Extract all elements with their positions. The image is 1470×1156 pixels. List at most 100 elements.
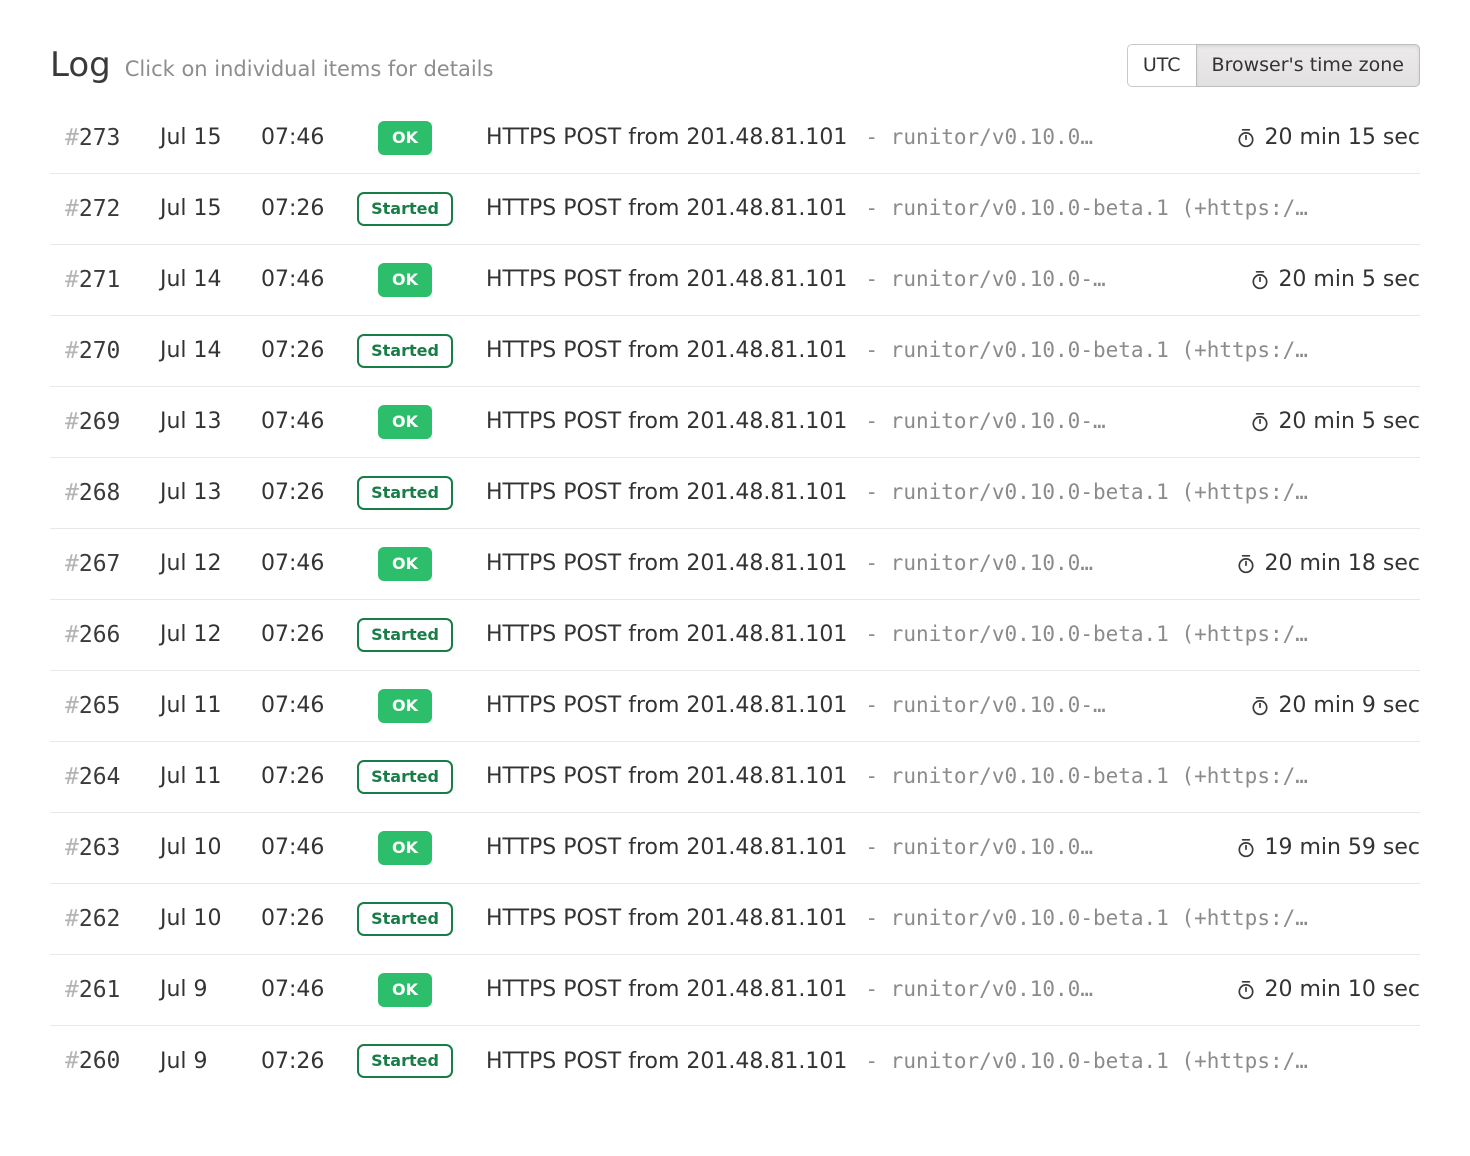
event-text: HTTPS POST from 201.48.81.101 xyxy=(486,693,847,718)
status-badge: Started xyxy=(357,902,453,936)
event-date: Jul 14 xyxy=(160,338,261,363)
duration-text: 20 min 15 sec xyxy=(1264,125,1420,150)
user-agent-text: - runitor/v0.10.0… xyxy=(865,551,1093,575)
event-number: 260 xyxy=(79,1048,121,1074)
event-description: HTTPS POST from 201.48.81.101 - runitor/… xyxy=(486,267,1236,292)
status-badge-cell: Started xyxy=(358,192,452,226)
duration-text: 19 min 59 sec xyxy=(1264,835,1420,860)
event-number: 263 xyxy=(79,835,121,861)
event-date: Jul 14 xyxy=(160,267,261,292)
status-badge: Started xyxy=(357,192,453,226)
event-text: HTTPS POST from 201.48.81.101 xyxy=(486,409,847,434)
duration-text: 20 min 9 sec xyxy=(1278,693,1420,718)
status-badge: OK xyxy=(378,973,432,1007)
event-duration: 20 min 15 sec xyxy=(1236,125,1420,150)
duration-text: 20 min 18 sec xyxy=(1264,551,1420,576)
event-number: 268 xyxy=(79,480,121,506)
user-agent-text: - runitor/v0.10.0-beta.1 (+https:/… xyxy=(865,906,1308,930)
event-time: 07:26 xyxy=(261,764,358,789)
status-badge: Started xyxy=(357,760,453,794)
event-time: 07:46 xyxy=(261,693,358,718)
event-description: HTTPS POST from 201.48.81.101 - runitor/… xyxy=(486,1049,1420,1074)
event-description: HTTPS POST from 201.48.81.101 - runitor/… xyxy=(486,835,1222,860)
user-agent-text: - runitor/v0.10.0-beta.1 (+https:/… xyxy=(865,764,1308,788)
hash-prefix: # xyxy=(65,622,79,648)
event-description: HTTPS POST from 201.48.81.101 - runitor/… xyxy=(486,196,1420,221)
event-time: 07:26 xyxy=(261,480,358,505)
user-agent-text: - runitor/v0.10.0-beta.1 (+https:/… xyxy=(865,1049,1308,1073)
stopwatch-icon xyxy=(1236,838,1256,858)
event-text: HTTPS POST from 201.48.81.101 xyxy=(486,196,847,221)
event-date: Jul 15 xyxy=(160,125,261,150)
log-row[interactable]: #269 Jul 13 07:46 OK HTTPS POST from 201… xyxy=(50,387,1420,458)
page-title: Log xyxy=(50,45,111,85)
event-id: #267 xyxy=(65,551,160,577)
event-date: Jul 11 xyxy=(160,693,261,718)
event-description: HTTPS POST from 201.48.81.101 - runitor/… xyxy=(486,622,1420,647)
hash-prefix: # xyxy=(65,338,79,364)
duration-text: 20 min 5 sec xyxy=(1278,409,1420,434)
event-id: #268 xyxy=(65,480,160,506)
log-row[interactable]: #273 Jul 15 07:46 OK HTTPS POST from 201… xyxy=(50,103,1420,174)
status-badge-cell: Started xyxy=(358,476,452,510)
event-number: 271 xyxy=(79,267,121,293)
log-row[interactable]: #260 Jul 9 07:26 Started HTTPS POST from… xyxy=(50,1026,1420,1097)
log-row[interactable]: #263 Jul 10 07:46 OK HTTPS POST from 201… xyxy=(50,813,1420,884)
event-number: 273 xyxy=(79,125,121,151)
event-text: HTTPS POST from 201.48.81.101 xyxy=(486,835,847,860)
status-badge-cell: OK xyxy=(358,121,452,155)
log-row[interactable]: #266 Jul 12 07:26 Started HTTPS POST fro… xyxy=(50,600,1420,671)
event-description: HTTPS POST from 201.48.81.101 - runitor/… xyxy=(486,693,1236,718)
stopwatch-icon xyxy=(1236,554,1256,574)
status-badge: OK xyxy=(378,831,432,865)
event-description: HTTPS POST from 201.48.81.101 - runitor/… xyxy=(486,906,1420,931)
log-row[interactable]: #262 Jul 10 07:26 Started HTTPS POST fro… xyxy=(50,884,1420,955)
event-time: 07:26 xyxy=(261,338,358,363)
hash-prefix: # xyxy=(65,906,79,932)
status-badge-cell: OK xyxy=(358,405,452,439)
log-row[interactable]: #265 Jul 11 07:46 OK HTTPS POST from 201… xyxy=(50,671,1420,742)
status-badge-cell: OK xyxy=(358,831,452,865)
event-id: #270 xyxy=(65,338,160,364)
status-badge: Started xyxy=(357,618,453,652)
user-agent-text: - runitor/v0.10.0… xyxy=(865,125,1093,149)
event-id: #269 xyxy=(65,409,160,435)
status-badge: Started xyxy=(357,334,453,368)
hash-prefix: # xyxy=(65,125,79,151)
event-time: 07:46 xyxy=(261,977,358,1002)
stopwatch-icon xyxy=(1236,128,1256,148)
log-row[interactable]: #268 Jul 13 07:26 Started HTTPS POST fro… xyxy=(50,458,1420,529)
user-agent-text: - runitor/v0.10.0-… xyxy=(865,267,1105,291)
log-row[interactable]: #264 Jul 11 07:26 Started HTTPS POST fro… xyxy=(50,742,1420,813)
log-page: Log Click on individual items for detail… xyxy=(0,0,1470,1097)
log-row[interactable]: #267 Jul 12 07:46 OK HTTPS POST from 201… xyxy=(50,529,1420,600)
title-wrap: Log Click on individual items for detail… xyxy=(50,45,493,85)
event-id: #264 xyxy=(65,764,160,790)
event-text: HTTPS POST from 201.48.81.101 xyxy=(486,622,847,647)
event-date: Jul 11 xyxy=(160,764,261,789)
utc-button[interactable]: UTC xyxy=(1127,44,1197,87)
browser-timezone-button[interactable]: Browser's time zone xyxy=(1196,44,1420,87)
event-date: Jul 10 xyxy=(160,906,261,931)
log-row[interactable]: #270 Jul 14 07:26 Started HTTPS POST fro… xyxy=(50,316,1420,387)
event-number: 267 xyxy=(79,551,121,577)
page-header: Log Click on individual items for detail… xyxy=(50,0,1420,87)
event-time: 07:46 xyxy=(261,551,358,576)
event-text: HTTPS POST from 201.48.81.101 xyxy=(486,551,847,576)
user-agent-text: - runitor/v0.10.0… xyxy=(865,835,1093,859)
timezone-toggle: UTC Browser's time zone xyxy=(1127,44,1420,87)
log-row[interactable]: #261 Jul 9 07:46 OK HTTPS POST from 201.… xyxy=(50,955,1420,1026)
event-duration: 19 min 59 sec xyxy=(1236,835,1420,860)
log-row[interactable]: #272 Jul 15 07:26 Started HTTPS POST fro… xyxy=(50,174,1420,245)
event-description: HTTPS POST from 201.48.81.101 - runitor/… xyxy=(486,764,1420,789)
user-agent-text: - runitor/v0.10.0-beta.1 (+https:/… xyxy=(865,480,1308,504)
event-number: 262 xyxy=(79,906,121,932)
event-id: #262 xyxy=(65,906,160,932)
event-id: #271 xyxy=(65,267,160,293)
stopwatch-icon xyxy=(1250,270,1270,290)
log-row[interactable]: #271 Jul 14 07:46 OK HTTPS POST from 201… xyxy=(50,245,1420,316)
event-number: 261 xyxy=(79,977,121,1003)
status-badge: Started xyxy=(357,1044,453,1078)
event-text: HTTPS POST from 201.48.81.101 xyxy=(486,125,847,150)
event-number: 265 xyxy=(79,693,121,719)
